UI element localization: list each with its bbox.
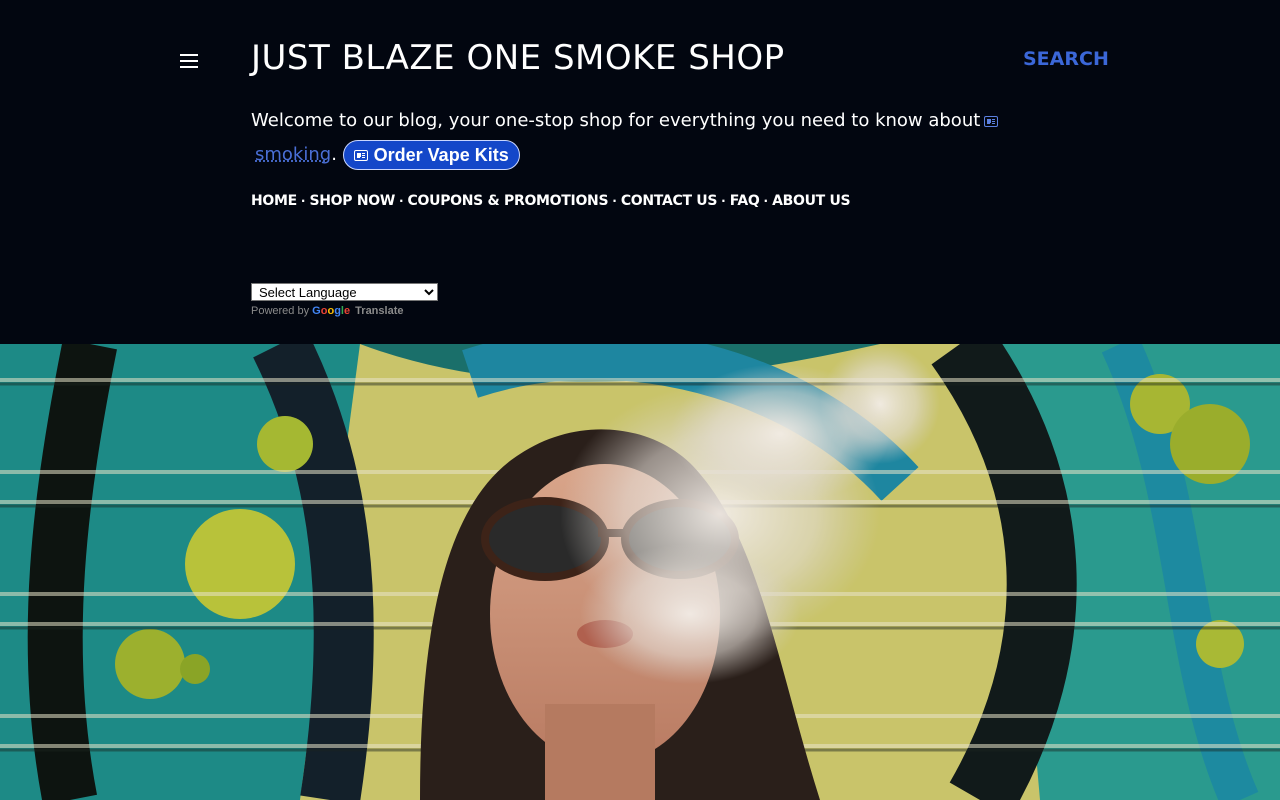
nav-separator: · (300, 194, 306, 208)
nav-item-coupons[interactable]: COUPONS & PROMOTIONS (408, 193, 609, 209)
site-header: JUST BLAZE ONE SMOKE SHOP SEARCH Welcome… (0, 0, 1280, 344)
search-button[interactable]: SEARCH (1023, 48, 1109, 70)
language-select[interactable]: Select Language (251, 283, 438, 301)
nav-item-contact[interactable]: CONTACT US (621, 193, 718, 209)
hero-image (0, 344, 1280, 800)
nav-item-shop-now[interactable]: SHOP NOW (309, 193, 395, 209)
news-icon (353, 149, 368, 161)
description-text: Welcome to our blog, your one-stop shop … (251, 110, 981, 131)
order-vape-kits-button[interactable]: Order Vape Kits (342, 140, 520, 170)
nav-item-faq[interactable]: FAQ (730, 193, 760, 209)
powered-by-label: Powered by (251, 305, 310, 317)
site-title[interactable]: JUST BLAZE ONE SMOKE SHOP (251, 38, 785, 78)
blog-description: Welcome to our blog, your one-stop shop … (251, 104, 1011, 172)
description-period: . (331, 144, 337, 165)
smoking-link[interactable]: smoking (255, 144, 331, 165)
google-logo: Google (312, 305, 351, 317)
main-nav: HOME · SHOP NOW · COUPONS & PROMOTIONS ·… (251, 193, 851, 209)
hero-illustration (0, 344, 1280, 800)
nav-item-about[interactable]: ABOUT US (772, 193, 851, 209)
google-translate-credit: Powered by Google Translate (251, 305, 403, 317)
nav-separator: · (612, 194, 617, 208)
menu-icon[interactable] (180, 52, 202, 70)
nav-separator: · (721, 194, 726, 208)
order-button-label: Order Vape Kits (373, 145, 509, 165)
nav-item-home[interactable]: HOME (251, 193, 297, 209)
news-icon (984, 115, 999, 127)
nav-separator: · (763, 194, 769, 208)
translate-link[interactable]: Translate (355, 305, 403, 317)
nav-separator: · (398, 194, 404, 208)
